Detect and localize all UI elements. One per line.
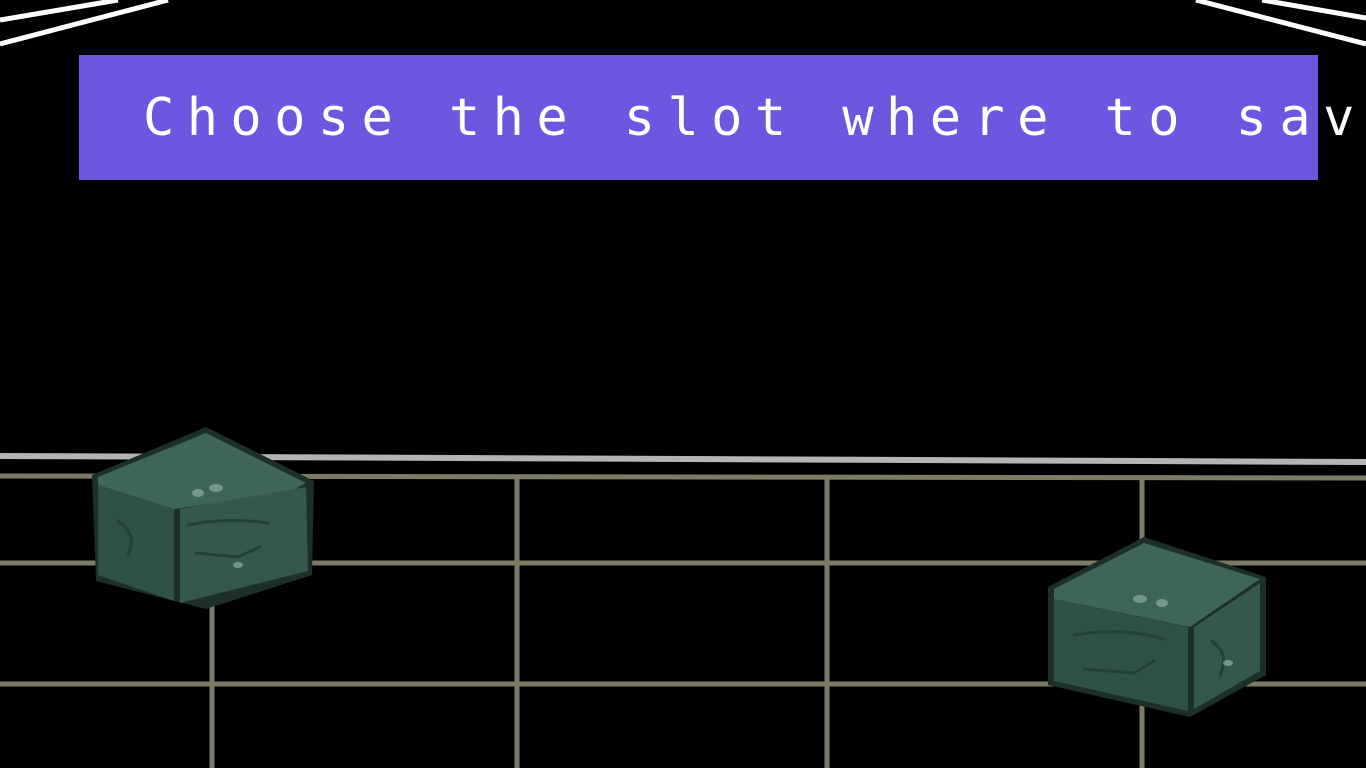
stone-block-icon — [92, 427, 314, 609]
game-scene: Choose the slot where to save — [0, 0, 1366, 768]
title-banner: Choose the slot where to save — [79, 55, 1366, 180]
stone-block-icon — [1048, 537, 1266, 717]
title-text: Choose the slot where to save — [143, 87, 1366, 148]
save-block-1[interactable] — [88, 425, 316, 611]
frame-lines — [0, 0, 1366, 47]
save-block-2[interactable] — [1044, 535, 1268, 719]
